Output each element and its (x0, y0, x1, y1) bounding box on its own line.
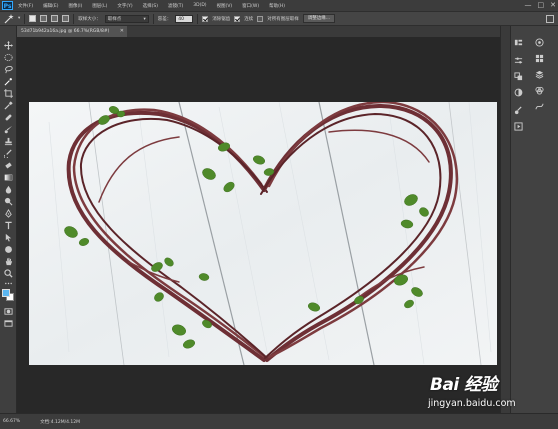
menu-filter[interactable]: 滤镜(T) (163, 3, 188, 9)
close-tab-icon[interactable]: ✕ (120, 26, 124, 37)
tolerance-label: 容差： (157, 16, 172, 22)
shape-tool-icon[interactable] (3, 244, 14, 254)
chevron-down-icon: ▾ (143, 16, 146, 22)
sample-size-select[interactable]: 取样点 ▾ (104, 14, 149, 23)
marquee-tool-icon[interactable] (3, 52, 14, 62)
swatches-panel-icon[interactable] (535, 54, 544, 63)
photoshop-logo: Ps (2, 1, 13, 10)
document-size[interactable]: 文档:4.12M/4.12M (40, 419, 80, 425)
crop-tool-icon[interactable] (3, 88, 14, 98)
hand-tool-icon[interactable] (3, 256, 14, 266)
document-image[interactable] (29, 102, 497, 365)
new-selection-button[interactable] (29, 15, 37, 22)
subtract-selection-button[interactable] (51, 15, 59, 22)
pen-tool-icon[interactable] (3, 208, 14, 218)
sample-size-label: 取样大小： (78, 16, 101, 22)
refine-edge-button[interactable]: 调整边缘... (302, 14, 336, 23)
properties-panel-icon[interactable] (514, 56, 523, 65)
options-bar: ▾ 取样大小： 取样点 ▾ 容差： 40 消除锯齿 连续 对所有图层取样 调整边缘… (0, 11, 558, 26)
status-bar: 66.67% 文档:4.12M/4.12M (0, 413, 558, 429)
contiguous-label: 连续 (244, 16, 254, 22)
menu-help[interactable]: 帮助(H) (264, 3, 290, 9)
screen-mode-icon[interactable] (3, 318, 14, 328)
menu-select[interactable]: 选择(S) (138, 3, 163, 9)
history-brush-tool-icon[interactable] (3, 148, 14, 158)
document-tab-bar: 53d71b942a16a.jpg @ 66.7%(RGB/8#) ✕ (17, 26, 500, 37)
panel-dock (510, 26, 558, 413)
healing-brush-tool-icon[interactable] (3, 112, 14, 122)
navigator-panel-icon[interactable] (514, 72, 523, 81)
menu-window[interactable]: 窗口(W) (237, 3, 264, 9)
move-tool-icon[interactable] (3, 40, 14, 50)
actions-panel-icon[interactable] (514, 122, 523, 131)
divider (152, 13, 154, 24)
minimize-button[interactable]: — (525, 1, 532, 10)
color-panel-icon[interactable] (535, 38, 544, 47)
heart-vine-photo (29, 102, 497, 365)
baidu-jingyan-watermark: Bai 经验 jingyan.baidu.com (420, 368, 555, 413)
all-layers-checkbox[interactable] (257, 15, 264, 22)
all-layers-label: 对所有图层取样 (267, 16, 299, 22)
workspace-icon[interactable] (546, 15, 554, 23)
document-tab-title: 53d71b942a16a.jpg @ 66.7%(RGB/8#) (21, 29, 110, 34)
lasso-tool-icon[interactable] (3, 64, 14, 74)
brush-settings-panel-icon[interactable] (514, 106, 523, 115)
menu-bar: Ps 文件(F) 编辑(E) 图像(I) 图层(L) 文字(Y) 选择(S) 滤… (0, 0, 558, 11)
quick-mask-icon[interactable] (3, 306, 14, 316)
watermark-url: jingyan.baidu.com (428, 398, 516, 409)
divider (24, 13, 26, 24)
menu-image[interactable]: 图像(I) (63, 3, 87, 9)
history-panel-icon[interactable] (514, 38, 523, 47)
sample-size-value: 取样点 (107, 16, 122, 22)
dodge-tool-icon[interactable] (3, 196, 14, 206)
add-selection-button[interactable] (40, 15, 48, 22)
menu-edit[interactable]: 编辑(E) (38, 3, 63, 9)
layers-panel-icon[interactable] (535, 70, 544, 79)
maximize-button[interactable]: □ (538, 1, 545, 10)
intersect-selection-button[interactable] (62, 15, 70, 22)
brush-tool-icon[interactable] (3, 124, 14, 134)
menu-3d[interactable]: 3D(D) (188, 3, 211, 8)
divider (197, 13, 199, 24)
type-tool-icon[interactable] (3, 220, 14, 230)
tools-panel (0, 26, 17, 413)
menu-file[interactable]: 文件(F) (13, 3, 38, 9)
zoom-level[interactable]: 66.67% (3, 419, 20, 424)
path-selection-tool-icon[interactable] (3, 232, 14, 242)
antialias-checkbox[interactable] (202, 15, 209, 22)
tolerance-input[interactable]: 40 (175, 14, 194, 23)
paths-panel-icon[interactable] (535, 102, 544, 111)
eraser-tool-icon[interactable] (3, 160, 14, 170)
panel-collapse-strip[interactable] (500, 26, 510, 413)
zoom-tool-icon[interactable] (3, 268, 14, 278)
watermark-brand: Bai 经验 (430, 375, 498, 395)
magic-wand-tool-icon[interactable] (3, 76, 14, 86)
gradient-tool-icon[interactable] (3, 172, 14, 182)
antialias-label: 消除锯齿 (212, 16, 231, 22)
foreground-color-swatch[interactable] (2, 289, 10, 297)
tool-preset-arrow[interactable]: ▾ (18, 16, 20, 21)
clone-stamp-tool-icon[interactable] (3, 136, 14, 146)
more-tools-icon[interactable] (3, 278, 14, 288)
blur-tool-icon[interactable] (3, 184, 14, 194)
magic-wand-icon[interactable] (4, 13, 14, 24)
eyedropper-tool-icon[interactable] (3, 100, 14, 110)
contiguous-checkbox[interactable] (234, 15, 241, 22)
menu-layer[interactable]: 图层(L) (87, 3, 112, 9)
adjustments-panel-icon[interactable] (514, 88, 523, 97)
divider (73, 13, 75, 24)
canvas-area[interactable] (17, 37, 500, 413)
menu-type[interactable]: 文字(Y) (112, 3, 137, 9)
document-tab[interactable]: 53d71b942a16a.jpg @ 66.7%(RGB/8#) ✕ (17, 26, 127, 37)
channels-panel-icon[interactable] (535, 86, 544, 95)
menu-view[interactable]: 视图(V) (212, 3, 238, 9)
close-window-button[interactable]: ✕ (550, 1, 556, 10)
